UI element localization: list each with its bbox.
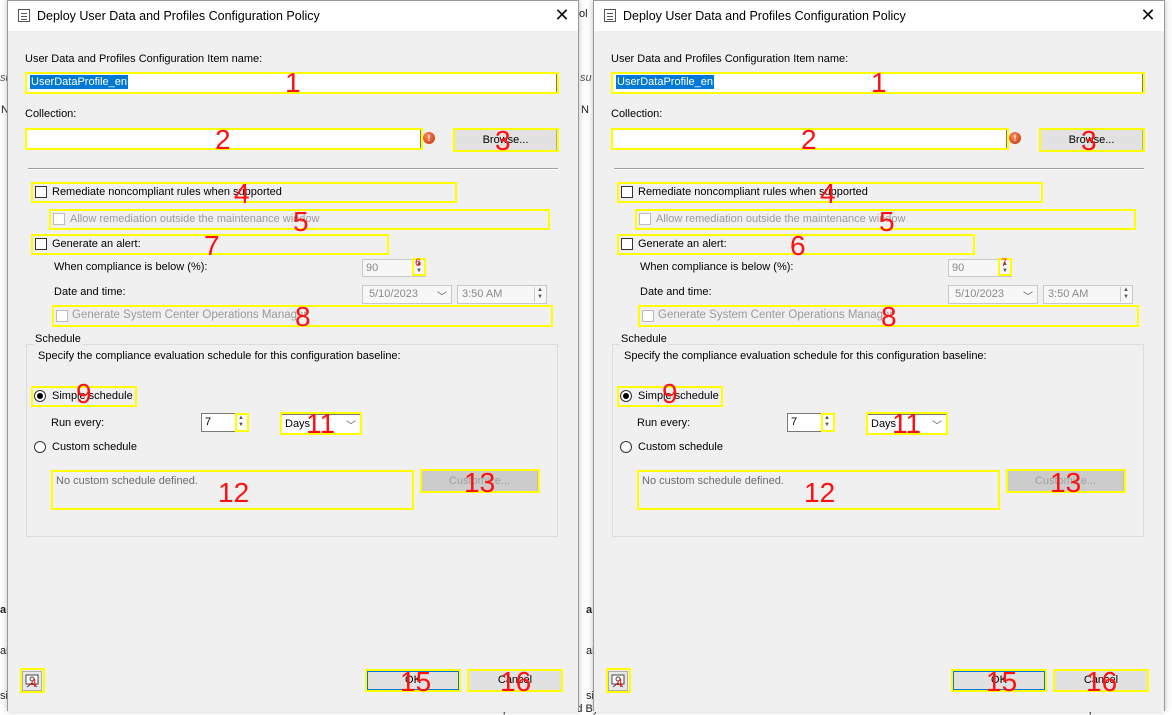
date-value: 5/10/2023 xyxy=(369,288,418,300)
run-every-label: Run every: xyxy=(637,417,691,429)
custom-schedule-radio[interactable] xyxy=(34,441,46,453)
time-value: 3:50 AM xyxy=(1048,288,1089,300)
item-name-label: User Data and Profiles Configuration Ite… xyxy=(25,53,263,65)
annotation-number: 2 xyxy=(215,124,231,155)
annotation-box xyxy=(821,413,835,432)
annotation-number: 13 xyxy=(1050,467,1082,498)
dialog-body: User Data and Profiles Configuration Ite… xyxy=(594,31,1164,712)
date-value: 5/10/2023 xyxy=(955,288,1004,300)
collection-label: Collection: xyxy=(611,108,663,120)
error-icon: ! xyxy=(1009,132,1021,144)
run-every-value: 7 xyxy=(205,416,212,428)
annotation-number: 6 xyxy=(415,257,422,269)
schedule-group-label: Schedule xyxy=(34,333,82,345)
annotation-number: 2 xyxy=(801,124,817,155)
time-picker[interactable]: 3:50 AM ▲ ▼ xyxy=(1043,285,1133,304)
annotation-number: 9 xyxy=(76,378,92,409)
background-text: ol xyxy=(579,8,588,20)
annotation-number: 12 xyxy=(804,477,836,508)
spinner-arrows[interactable]: ▲ ▼ xyxy=(534,287,545,302)
background-text: a xyxy=(586,604,593,616)
window-icon xyxy=(18,9,30,22)
dialog-title: Deploy User Data and Profiles Configurat… xyxy=(623,9,906,23)
schedule-group-label: Schedule xyxy=(620,333,668,345)
deploy-policy-dialog: Deploy User Data and Profiles Configurat… xyxy=(593,0,1165,712)
close-icon[interactable]: ✕ xyxy=(552,5,572,25)
compliance-value: 90 xyxy=(366,262,379,274)
window-icon xyxy=(604,9,616,22)
annotation-number: 11 xyxy=(892,408,922,439)
background-text: su xyxy=(580,72,592,84)
date-time-label: Date and time: xyxy=(640,286,712,298)
item-name-label: User Data and Profiles Configuration Ite… xyxy=(611,53,849,65)
background-text: N xyxy=(581,104,589,116)
annotation-number: 12 xyxy=(218,477,250,508)
time-picker[interactable]: 3:50 AM ▲ ▼ xyxy=(457,285,547,304)
separator xyxy=(614,168,1144,170)
annotation-number: 7 xyxy=(1001,257,1008,269)
custom-schedule-radio[interactable] xyxy=(620,441,632,453)
annotation-number: 6 xyxy=(790,230,806,261)
annotation-number: 1 xyxy=(871,67,887,98)
collection-label: Collection: xyxy=(25,108,77,120)
custom-schedule-label: Custom schedule xyxy=(52,441,137,453)
compliance-below-label: When compliance is below (%): xyxy=(54,261,208,273)
custom-schedule-label: Custom schedule xyxy=(638,441,723,453)
annotation-number: 4 xyxy=(820,178,836,209)
compliance-value: 90 xyxy=(952,262,965,274)
date-picker[interactable]: 5/10/2023 ﹀ xyxy=(948,285,1038,304)
deploy-policy-dialog: Deploy User Data and Profiles Configurat… xyxy=(7,0,579,712)
spinner-arrows[interactable]: ▲ ▼ xyxy=(1120,287,1131,302)
title-bar: Deploy User Data and Profiles Configurat… xyxy=(594,1,1164,31)
annotation-number: 5 xyxy=(879,206,895,237)
annotation-number: 8 xyxy=(881,301,897,332)
annotation-number: 4 xyxy=(616,676,623,690)
dialog-body: User Data and Profiles Configuration Ite… xyxy=(8,31,578,712)
annotation-number: 3 xyxy=(1081,125,1097,156)
annotation-box xyxy=(235,413,249,432)
annotation-number: 8 xyxy=(295,301,311,332)
annotation-number: 4 xyxy=(234,178,250,209)
annotation-number: 11 xyxy=(306,408,336,439)
run-every-label: Run every: xyxy=(51,417,105,429)
compliance-below-label: When compliance is below (%): xyxy=(640,261,794,273)
annotation-number: 3 xyxy=(495,125,511,156)
dialog-title: Deploy User Data and Profiles Configurat… xyxy=(37,9,320,23)
annotation-number: 5 xyxy=(293,206,309,237)
date-picker[interactable]: 5/10/2023 ﹀ xyxy=(362,285,452,304)
chevron-down-icon[interactable]: ﹀ xyxy=(1023,288,1033,303)
error-icon: ! xyxy=(423,132,435,144)
annotation-number: 16 xyxy=(500,666,532,697)
annotation-number: 4 xyxy=(30,676,37,690)
annotation-number: 9 xyxy=(662,378,678,409)
schedule-description: Specify the compliance evaluation schedu… xyxy=(38,350,401,362)
background-text: a xyxy=(0,604,7,616)
close-icon[interactable]: ✕ xyxy=(1138,5,1158,25)
title-bar: Deploy User Data and Profiles Configurat… xyxy=(8,1,578,31)
run-every-value: 7 xyxy=(791,416,798,428)
separator xyxy=(28,168,558,170)
time-value: 3:50 AM xyxy=(462,288,503,300)
annotation-number: 7 xyxy=(204,230,220,261)
annotation-number: 15 xyxy=(400,666,432,697)
schedule-description: Specify the compliance evaluation schedu… xyxy=(624,350,987,362)
annotation-number: 1 xyxy=(285,67,301,98)
annotation-number: 13 xyxy=(464,467,496,498)
annotation-number: 16 xyxy=(1086,666,1118,697)
date-time-label: Date and time: xyxy=(54,286,126,298)
annotation-number: 15 xyxy=(986,666,1018,697)
chevron-down-icon[interactable]: ﹀ xyxy=(437,288,447,303)
